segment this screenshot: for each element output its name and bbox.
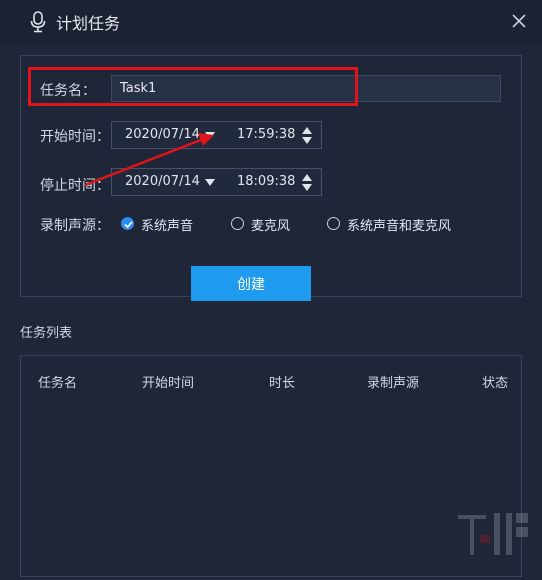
radio-system-and-mic-label[interactable]: 系统声音和麦克风	[347, 215, 451, 234]
title-bar: 计划任务	[0, 0, 542, 44]
stop-time-label: 停止时间：	[40, 178, 110, 194]
start-time-spinner-icon[interactable]	[302, 127, 314, 145]
column-header-start-time[interactable]: 开始时间	[142, 372, 194, 391]
stop-date-dropdown-icon[interactable]	[205, 179, 215, 186]
stop-time-value: 18:09:38	[237, 174, 296, 189]
radio-system-audio-label[interactable]: 系统声音	[141, 215, 193, 234]
start-time-value: 17:59:38	[237, 127, 296, 142]
radio-microphone[interactable]	[231, 217, 244, 230]
create-button[interactable]: 创建	[191, 266, 311, 301]
close-icon[interactable]	[508, 10, 530, 32]
stop-time-spinner-icon[interactable]	[302, 174, 314, 192]
microphone-icon	[30, 11, 46, 33]
audio-source-label: 录制声源：	[40, 218, 110, 234]
start-date-value: 2020/07/14	[125, 127, 200, 142]
task-name-input[interactable]	[111, 75, 501, 102]
column-header-duration[interactable]: 时长	[269, 372, 295, 391]
checkmark-icon	[124, 221, 133, 229]
window-title: 计划任务	[56, 14, 121, 33]
stop-date-value: 2020/07/14	[125, 174, 200, 189]
stop-datetime-picker[interactable]: 2020/07/14 18:09:38	[111, 168, 322, 196]
start-datetime-picker[interactable]: 2020/07/14 17:59:38	[111, 121, 322, 149]
column-header-audio-source[interactable]: 录制声源	[367, 372, 419, 391]
start-time-label: 开始时间：	[40, 129, 110, 145]
radio-system-and-mic[interactable]	[327, 217, 340, 230]
task-list-title: 任务列表	[20, 326, 73, 341]
column-header-task-name[interactable]: 任务名	[38, 372, 77, 391]
radio-microphone-label[interactable]: 麦克风	[251, 215, 290, 234]
task-name-label: 任务名：	[40, 83, 96, 99]
radio-system-audio[interactable]	[121, 217, 134, 230]
column-header-status[interactable]: 状态	[482, 372, 508, 391]
start-date-dropdown-icon[interactable]	[205, 132, 215, 139]
